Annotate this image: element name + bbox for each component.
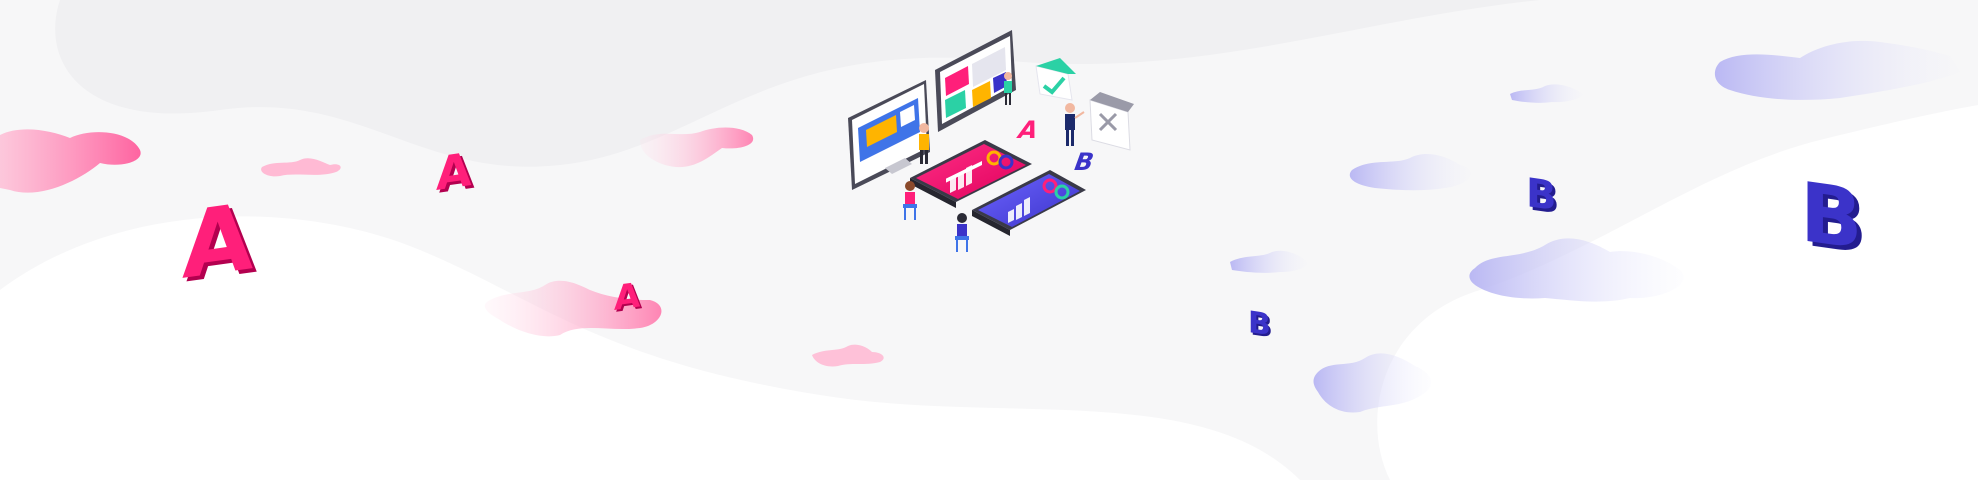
pink-cloud-large: [0, 129, 141, 193]
letter-a-large: A A: [182, 182, 258, 303]
pink-cloud-tiny: [812, 344, 884, 367]
letter-a-medium: A A: [436, 142, 475, 203]
letter-a-small: A A: [614, 275, 643, 320]
device-letter-a: A: [1014, 116, 1044, 144]
person-seated-pink: [903, 181, 917, 220]
device-letter-b: B: [1070, 148, 1099, 176]
purple-cloud-small-1: [1510, 84, 1583, 103]
top-wave: [55, 0, 1541, 167]
svg-text:B: B: [1800, 165, 1863, 268]
person-standing-top: [1004, 72, 1012, 105]
letter-b-small: B B: [1248, 305, 1273, 345]
monitor-left: [848, 80, 930, 190]
purple-cloud-left: [1230, 250, 1307, 273]
pink-cloud-small-1: [261, 158, 341, 177]
svg-text:A: A: [1014, 116, 1044, 144]
ab-testing-hero-illustration: A A A A A A B B B B B B A B: [0, 0, 1978, 480]
check-badge: [1035, 58, 1076, 101]
svg-text:B: B: [1070, 148, 1099, 176]
svg-text:A: A: [436, 142, 472, 201]
purple-cloud-top-right: [1714, 40, 1960, 100]
svg-text:A: A: [614, 275, 641, 319]
letter-b-large: B B: [1800, 165, 1868, 273]
bottom-right-wave: [1377, 105, 1978, 480]
svg-text:B: B: [1248, 305, 1271, 343]
svg-text:A: A: [182, 182, 254, 300]
svg-text:B: B: [1526, 170, 1556, 220]
person-seated-purple: [955, 213, 969, 252]
person-presenter: [1065, 103, 1085, 146]
letter-b-medium: B B: [1526, 170, 1559, 223]
purple-cloud-mid: [1349, 154, 1471, 191]
x-badge: [1089, 92, 1134, 151]
person-standing-left: [919, 123, 929, 164]
illustration-canvas: A A A A A A B B B B B B A B: [0, 0, 1978, 480]
